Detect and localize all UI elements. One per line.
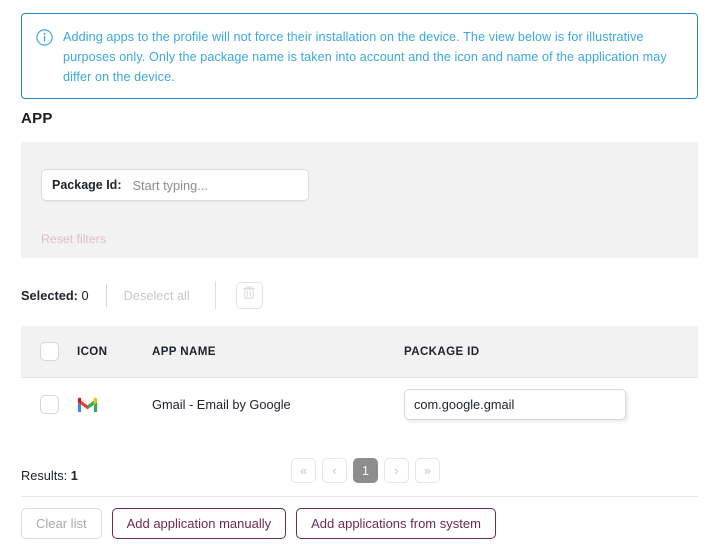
- app-table: ICON APP NAME PACKAGE ID Gmail - Email b…: [21, 326, 698, 431]
- row-app-name: Gmail - Email by Google: [152, 397, 291, 412]
- row-select-cell: [21, 395, 77, 414]
- pagination-prev-button[interactable]: ‹: [322, 458, 347, 483]
- results-bar: Results: 1 « ‹ 1 › »: [21, 458, 698, 492]
- trash-icon: [242, 285, 256, 305]
- table-row: Gmail - Email by Google: [21, 378, 698, 431]
- toolbar-divider-1: [105, 283, 107, 307]
- page-title: APP: [21, 110, 53, 127]
- selected-text: Selected:: [21, 287, 78, 303]
- info-banner: Adding apps to the profile will not forc…: [21, 13, 698, 99]
- info-banner-row: Adding apps to the profile will not forc…: [36, 27, 681, 87]
- header-select-all-cell: [21, 342, 77, 361]
- selected-count: 0: [81, 287, 89, 303]
- header-icon: ICON: [77, 345, 108, 358]
- select-all-checkbox[interactable]: [39, 342, 59, 361]
- delete-selected-button[interactable]: [235, 281, 263, 309]
- pagination-next-button[interactable]: ›: [384, 458, 409, 483]
- results-text: Results:: [21, 467, 68, 483]
- header-app-name: APP NAME: [152, 345, 216, 358]
- app-list-page: Adding apps to the profile will not forc…: [0, 0, 715, 560]
- footer-divider: [21, 496, 698, 497]
- selection-toolbar: Selected: 0 Deselect all: [21, 275, 698, 315]
- results-label: Results: 1: [21, 468, 78, 483]
- package-id-filter[interactable]: Package Id:: [41, 169, 309, 201]
- package-id-input[interactable]: [130, 176, 300, 194]
- pagination: « ‹ 1 › »: [291, 458, 440, 483]
- row-package-id-cell: [404, 389, 698, 420]
- filter-panel: Package Id: Reset filters: [21, 142, 698, 258]
- selected-label: Selected: 0: [21, 288, 89, 303]
- add-application-manually-button[interactable]: Add application manually: [111, 508, 287, 539]
- footer-actions: Clear list Add application manually Add …: [21, 508, 496, 539]
- clear-list-button[interactable]: Clear list: [21, 508, 102, 539]
- deselect-all-button[interactable]: Deselect all: [124, 288, 190, 303]
- pagination-last-button[interactable]: »: [415, 458, 440, 483]
- toolbar-divider-2: [214, 281, 216, 309]
- pagination-page-1[interactable]: 1: [353, 458, 378, 483]
- row-checkbox[interactable]: [39, 395, 59, 414]
- add-applications-from-system-button[interactable]: Add applications from system: [296, 508, 496, 539]
- row-package-id-input[interactable]: [404, 389, 626, 420]
- table-header-row: ICON APP NAME PACKAGE ID: [21, 326, 698, 378]
- package-id-label: Package Id:: [52, 178, 122, 192]
- info-circle-icon: [36, 29, 53, 46]
- pagination-first-button[interactable]: «: [291, 458, 316, 483]
- info-banner-text: Adding apps to the profile will not forc…: [63, 30, 667, 84]
- reset-filters-link[interactable]: Reset filters: [41, 232, 106, 246]
- results-count: 1: [70, 467, 78, 483]
- header-package-id: PACKAGE ID: [404, 345, 480, 358]
- gmail-icon: [77, 397, 152, 413]
- row-app-icon-cell: [77, 397, 152, 413]
